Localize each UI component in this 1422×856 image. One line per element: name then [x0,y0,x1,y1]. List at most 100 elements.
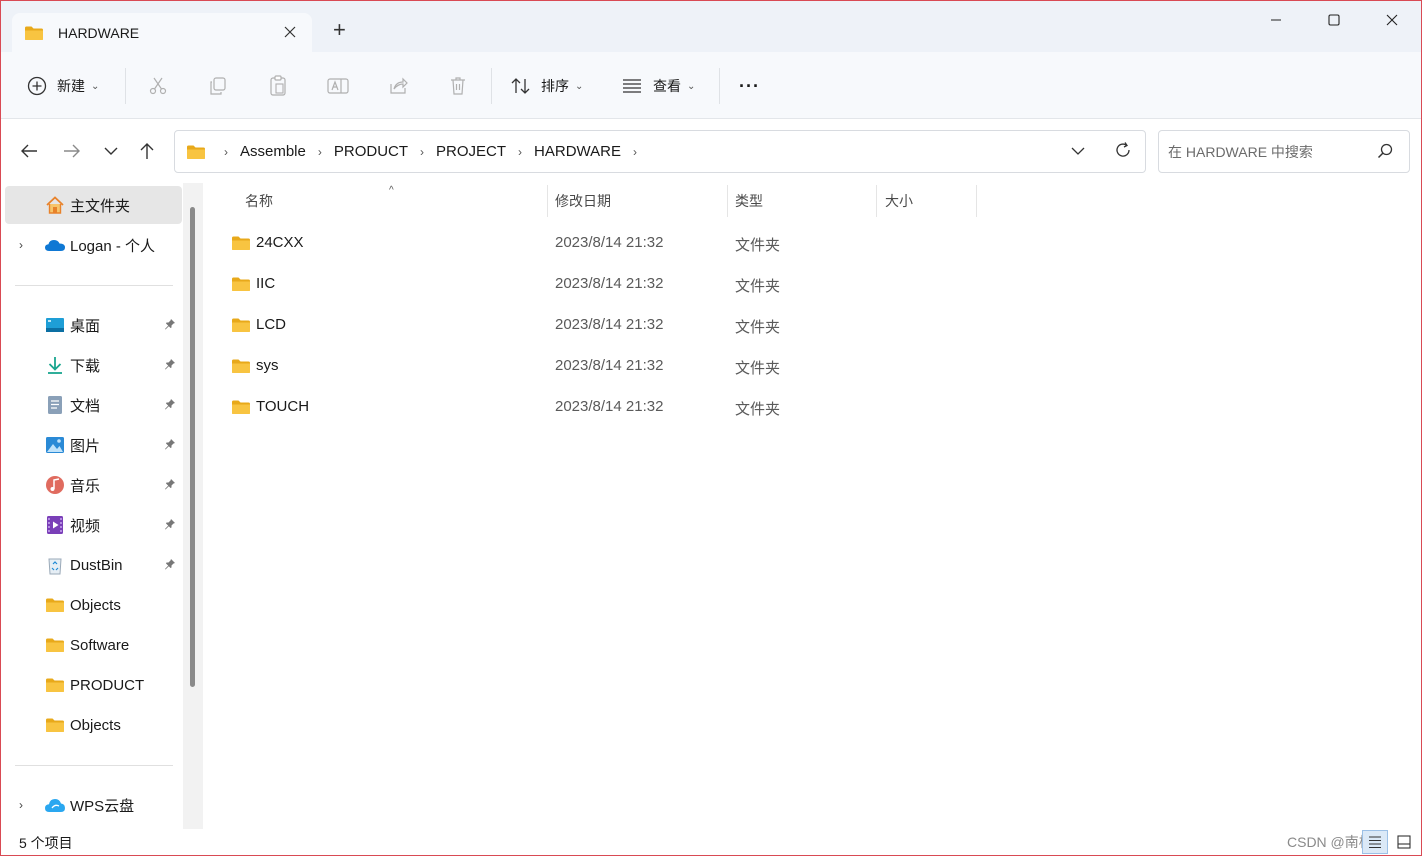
recent-locations-button[interactable] [99,139,123,163]
sidebar-item-onedrive[interactable]: › Logan - 个人 [5,226,182,264]
sidebar-item-wps-cloud[interactable]: › WPS云盘 [5,786,182,824]
pin-icon[interactable] [164,478,176,490]
column-header-size[interactable]: 大小 [885,183,913,219]
scrollbar-thumb[interactable] [190,207,195,687]
column-divider[interactable] [876,185,877,217]
sidebar-item-downloads[interactable]: 下载 [5,346,182,384]
up-button[interactable] [135,139,159,163]
paste-button[interactable] [266,74,290,98]
address-history-button[interactable] [1071,143,1085,159]
sidebar-item-objects[interactable]: Objects [5,586,182,624]
more-options-button[interactable]: ··· [739,69,760,103]
column-divider[interactable] [727,185,728,217]
plus-circle-icon [27,76,47,96]
tab-hardware[interactable]: HARDWARE [12,13,312,52]
chevron-right-icon[interactable]: › [19,798,23,812]
video-icon [44,515,66,535]
column-divider[interactable] [547,185,548,217]
pin-icon[interactable] [164,318,176,330]
sidebar-item-dustbin[interactable]: DustBin [5,546,182,584]
sidebar-item-objects-2[interactable]: Objects [5,706,182,744]
tab-title: HARDWARE [58,24,140,41]
file-row[interactable]: 24CXX 2023/8/14 21:32 文件夹 [205,223,1415,264]
sidebar-item-pictures[interactable]: 图片 [5,426,182,464]
toolbar-divider [719,68,720,104]
sort-icon [511,78,530,94]
view-button[interactable]: 查看 ⌄ [622,69,695,103]
maximize-icon [1328,14,1340,26]
breadcrumb-item[interactable]: HARDWARE [534,143,621,160]
sidebar-item-label: 主文件夹 [70,197,131,215]
breadcrumb-item[interactable]: PROJECT [436,143,506,160]
folder-icon [44,675,66,695]
refresh-button[interactable] [1114,141,1132,162]
copy-button[interactable] [206,74,230,98]
sidebar-item-label: WPS云盘 [70,797,135,815]
cloud-icon [44,235,66,255]
chevron-right-icon[interactable]: › [318,145,322,159]
sidebar-item-desktop[interactable]: 桌面 [5,306,182,344]
delete-button[interactable] [446,74,470,98]
tab-close-icon[interactable] [284,23,296,41]
desktop-icon [44,315,66,335]
sidebar-item-home[interactable]: 主文件夹 [5,186,182,224]
rename-button[interactable] [326,74,350,98]
column-header-name[interactable]: 名称 [245,183,273,219]
sidebar-item-label: 桌面 [70,317,101,335]
breadcrumb-item[interactable]: Assemble [240,143,306,160]
recycle-bin-icon [44,555,66,575]
sidebar-item-documents[interactable]: 文档 [5,386,182,424]
pin-icon[interactable] [164,438,176,450]
chevron-right-icon[interactable]: › [420,145,424,159]
close-button[interactable] [1363,1,1421,39]
share-button[interactable] [386,74,410,98]
status-bar: 5 个项目 CSDN @南极熊 [1,829,1421,855]
maximize-button[interactable] [1305,1,1363,39]
file-modified: 2023/8/14 21:32 [555,275,664,292]
item-count: 5 个项目 [19,835,73,851]
pin-icon[interactable] [164,358,176,370]
chevron-right-icon[interactable]: › [19,238,23,252]
tiles-view-button[interactable] [1391,830,1417,854]
details-view-button[interactable] [1362,830,1388,854]
back-button[interactable] [17,139,41,163]
breadcrumb-item[interactable]: PRODUCT [334,143,408,160]
address-bar[interactable]: › Assemble › PRODUCT › PROJECT › HARDWAR… [174,130,1146,173]
file-row[interactable]: TOUCH 2023/8/14 21:32 文件夹 [205,387,1415,428]
file-name: 24CXX [256,234,304,251]
chevron-right-icon[interactable]: › [633,145,637,159]
file-row[interactable]: IIC 2023/8/14 21:32 文件夹 [205,264,1415,305]
file-name: sys [256,357,279,374]
pin-icon[interactable] [164,558,176,570]
file-name: TOUCH [256,398,310,415]
minimize-button[interactable] [1247,1,1305,39]
pin-icon[interactable] [164,518,176,530]
column-divider[interactable] [976,185,977,217]
file-name: IIC [256,275,276,292]
scissors-icon [149,77,167,95]
search-icon[interactable] [1377,143,1393,162]
sidebar-item-label: DustBin [70,556,123,574]
sort-button[interactable]: 排序 ⌄ [510,69,583,103]
chevron-right-icon[interactable]: › [518,145,522,159]
sidebar-item-videos[interactable]: 视频 [5,506,182,544]
file-row[interactable]: LCD 2023/8/14 21:32 文件夹 [205,305,1415,346]
sidebar-item-software[interactable]: Software [5,626,182,664]
column-header-type[interactable]: 类型 [735,183,763,219]
search-box[interactable] [1158,130,1410,173]
new-button[interactable]: 新建 ⌄ [27,69,99,103]
sidebar-item-label: 图片 [70,437,101,455]
sidebar-scrollbar[interactable] [183,183,203,829]
cut-button[interactable] [146,74,170,98]
folder-icon [231,358,251,374]
copy-icon [210,77,226,95]
title-bar: HARDWARE + [1,1,1421,52]
forward-button[interactable] [60,139,84,163]
search-input[interactable] [1168,143,1368,160]
new-tab-button[interactable]: + [333,19,346,41]
file-row[interactable]: sys 2023/8/14 21:32 文件夹 [205,346,1415,387]
column-header-modified[interactable]: 修改日期 [555,183,611,219]
pin-icon[interactable] [164,398,176,410]
sidebar-item-music[interactable]: 音乐 [5,466,182,504]
sidebar-item-product[interactable]: PRODUCT [5,666,182,704]
